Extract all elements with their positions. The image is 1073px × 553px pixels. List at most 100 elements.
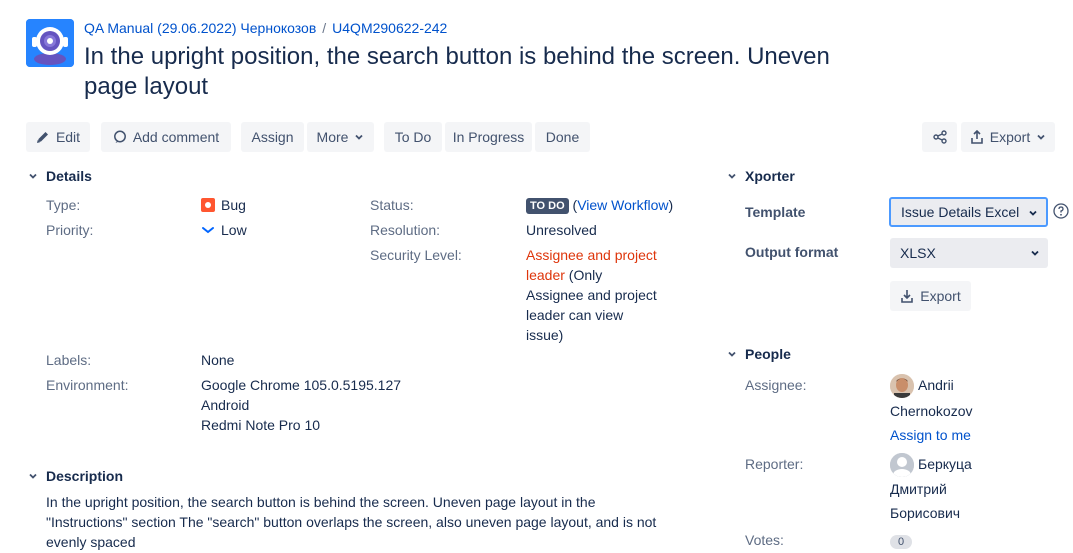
assignee-last-name[interactable]: Chernokozov (890, 401, 973, 421)
xporter-export-label: Export (920, 288, 961, 304)
people-heading: People (745, 346, 791, 362)
type-value: Bug (201, 195, 246, 215)
description-heading: Description (46, 468, 124, 484)
xporter-section-toggle[interactable]: Xporter (725, 168, 795, 184)
breadcrumb-issue-key-link[interactable]: U4QM290622-242 (332, 20, 447, 36)
output-format-select[interactable]: XLSX (890, 238, 1048, 268)
status-value: TO DO (View Workflow) (526, 195, 673, 215)
priority-text: Low (221, 222, 247, 238)
description-line1: In the upright position, the search butt… (46, 494, 596, 510)
security-level-line2b: (Only (564, 267, 603, 283)
resolution-value: Unresolved (526, 222, 597, 238)
security-level-label: Security Level: (370, 247, 462, 263)
priority-low-icon (202, 227, 214, 234)
done-transition-button[interactable]: Done (535, 122, 590, 152)
help-icon[interactable] (1053, 203, 1069, 222)
environment-line1: Google Chrome 105.0.5195.127 (201, 377, 402, 393)
more-label: More (316, 129, 349, 145)
description-line2: "Instructions" section The "search" butt… (46, 514, 657, 530)
assignee-label: Assignee: (745, 377, 807, 393)
add-comment-label: Add comment (132, 129, 220, 145)
export-icon (970, 130, 983, 144)
status-badge: TO DO (526, 198, 569, 214)
chevron-down-icon (26, 469, 40, 483)
xporter-heading: Xporter (745, 168, 795, 184)
environment-label: Environment: (46, 377, 129, 393)
chevron-down-icon (355, 134, 364, 140)
done-label: Done (545, 129, 580, 145)
add-comment-button[interactable]: Add comment (101, 122, 231, 152)
description-line3: evenly spaced (46, 534, 136, 550)
description-body[interactable]: In the upright position, the search butt… (46, 492, 686, 552)
votes-badge: 0 (890, 535, 913, 549)
votes-label: Votes: (745, 532, 784, 548)
chevron-down-icon (725, 169, 739, 183)
chevron-down-icon (1029, 210, 1037, 216)
description-section-toggle[interactable]: Description (26, 468, 123, 484)
details-section-toggle[interactable]: Details (26, 168, 92, 184)
security-level-line2: leader (526, 267, 565, 283)
in-progress-transition-button[interactable]: In Progress (445, 122, 532, 152)
breadcrumb-separator: / (322, 20, 327, 36)
security-level-line4: leader can view (526, 307, 624, 323)
issue-title[interactable]: In the upright position, the search butt… (84, 42, 864, 102)
type-text: Bug (221, 197, 246, 213)
export-dropdown-button[interactable]: Export (961, 122, 1055, 152)
reporter-line3[interactable]: Борисович (890, 503, 960, 523)
environment-value[interactable]: Google Chrome 105.0.5195.127 Android Red… (201, 375, 401, 435)
votes-count[interactable]: 0 (890, 532, 913, 549)
workflow-paren-close: ) (668, 197, 674, 213)
reporter-avatar[interactable] (890, 453, 914, 477)
security-level-value: Assignee and project leader (Only Assign… (526, 245, 696, 345)
pencil-icon (36, 132, 48, 143)
priority-value: Low (201, 220, 247, 240)
edit-label: Edit (55, 129, 81, 145)
reporter-line2[interactable]: Дмитрий (890, 479, 947, 499)
assignee-avatar[interactable] (890, 374, 914, 398)
share-icon (932, 130, 947, 144)
output-format-value: XLSX (900, 245, 936, 261)
output-format-label: Output format (745, 244, 839, 260)
assign-button[interactable]: Assign (241, 122, 304, 152)
people-section-toggle[interactable]: People (725, 346, 791, 362)
reporter-label: Reporter: (745, 456, 804, 472)
comment-icon (113, 130, 126, 143)
share-button[interactable] (922, 122, 957, 152)
type-label: Type: (46, 197, 81, 213)
environment-line3: Redmi Note Pro 10 (201, 417, 321, 433)
template-select-value: Issue Details Excel (901, 204, 1020, 220)
view-workflow-link[interactable]: View Workflow (577, 197, 668, 213)
template-select[interactable]: Issue Details Excel (889, 197, 1048, 227)
bug-icon (201, 198, 215, 212)
chevron-down-icon (725, 347, 739, 361)
edit-button[interactable]: Edit (26, 122, 90, 152)
details-heading: Details (46, 168, 92, 184)
assignee-first-name[interactable]: Andrii (918, 375, 954, 395)
chevron-down-icon (1037, 134, 1045, 140)
more-button[interactable]: More (307, 122, 374, 152)
template-label: Template (745, 204, 806, 220)
status-label: Status: (370, 197, 414, 213)
labels-value[interactable]: None (201, 350, 234, 370)
in-progress-label: In Progress (452, 129, 525, 145)
assign-label: Assign (251, 129, 294, 145)
chevron-down-icon (1031, 250, 1039, 256)
project-avatar[interactable] (26, 19, 74, 67)
breadcrumb: QA Manual (29.06.2022) Чернокозов / U4QM29… (84, 20, 447, 36)
todo-transition-button[interactable]: To Do (384, 122, 442, 152)
resolution-label: Resolution: (370, 222, 441, 238)
reporter-line1[interactable]: Беркуца (918, 454, 972, 474)
xporter-export-button[interactable]: Export (890, 281, 971, 311)
priority-label: Priority: (46, 222, 94, 238)
download-icon (901, 290, 914, 303)
security-level-line3: Assignee and project (526, 287, 657, 303)
breadcrumb-project-link[interactable]: QA Manual (29.06.2022) Чернокозов (84, 20, 316, 36)
export-label: Export (989, 129, 1031, 145)
todo-label: To Do (394, 129, 432, 145)
environment-line2: Android (201, 397, 250, 413)
security-level-line5: issue) (526, 327, 564, 343)
security-level-line1: Assignee and project (526, 247, 657, 263)
chevron-down-icon (26, 169, 40, 183)
labels-label: Labels: (46, 352, 92, 368)
assign-to-me-link[interactable]: Assign to me (890, 425, 971, 445)
